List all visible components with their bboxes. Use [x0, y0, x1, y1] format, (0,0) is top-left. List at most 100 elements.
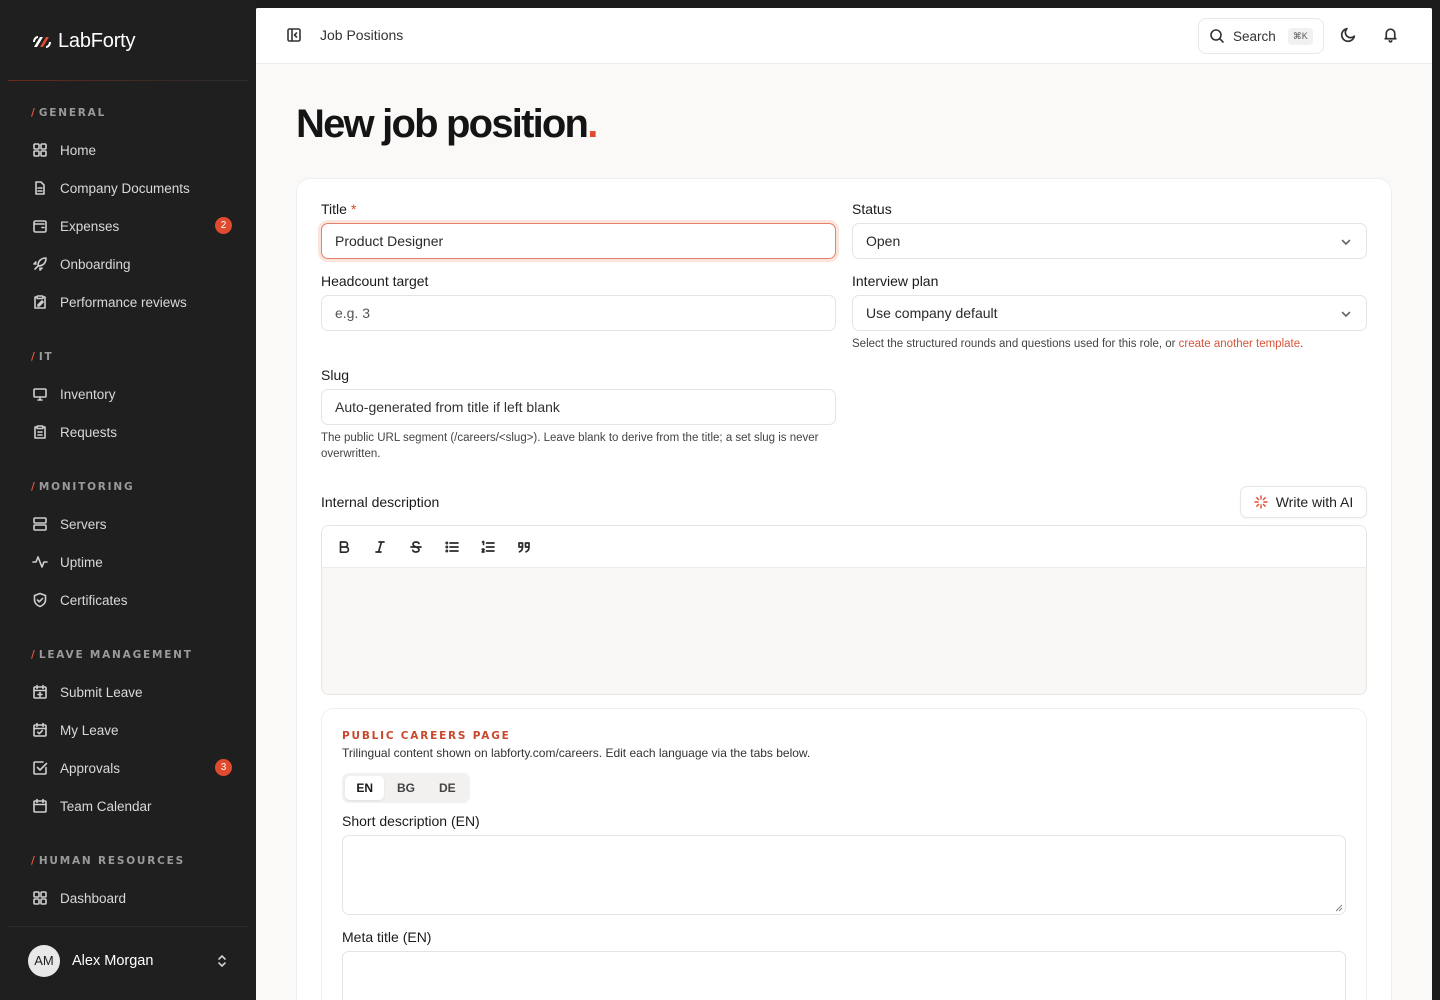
sidebar-item-expenses[interactable]: Expenses 2	[20, 209, 244, 243]
sidebar-item-approvals[interactable]: Approvals 3	[20, 751, 244, 785]
tab-en[interactable]: EN	[345, 776, 385, 800]
interview-plan-label: Interview plan	[852, 273, 939, 289]
careers-section-eyebrow: PUBLIC CAREERS PAGE	[342, 730, 511, 742]
sidebar-item-label: Submit Leave	[60, 684, 143, 700]
grid-icon	[33, 143, 47, 157]
strikethrough-button[interactable]	[406, 537, 426, 557]
sidebar-item-label: Onboarding	[60, 256, 131, 272]
sidebar-item-my-leave[interactable]: My Leave	[20, 713, 244, 747]
brand-name: LabForty	[58, 30, 136, 52]
clipboard-edit-icon	[34, 295, 46, 309]
sidebar-item-label: Home	[60, 142, 97, 158]
search-shortcut: ⌘K	[1287, 27, 1313, 45]
editor-toolbar	[322, 526, 1366, 568]
meta-title-label: Meta title (EN)	[342, 929, 432, 945]
status-select[interactable]: Open	[852, 223, 1367, 259]
avatar: AM	[28, 944, 60, 977]
headcount-placeholder: e.g. 3	[335, 305, 371, 321]
sidebar-item-label: Requests	[60, 424, 118, 440]
write-with-ai-label: Write with AI	[1275, 494, 1354, 510]
sidebar-item-requests[interactable]: Requests	[20, 415, 244, 449]
sidebar-item-onboarding[interactable]: Onboarding	[20, 247, 244, 281]
divider	[8, 80, 248, 81]
sidebar-item-uptime[interactable]: Uptime	[20, 545, 244, 579]
sidebar-item-label: Inventory	[60, 386, 116, 402]
breadcrumb[interactable]: Job Positions	[320, 27, 403, 43]
slug-help: The public URL segment (/careers/<slug>)…	[321, 432, 819, 460]
ordered-list-button[interactable]	[478, 537, 498, 557]
search-button[interactable]: Search ⌘K	[1198, 18, 1324, 54]
brand-logo[interactable]: LabForty	[32, 30, 136, 53]
title-accent-dot: .	[587, 102, 598, 146]
short-description-textarea[interactable]	[342, 835, 1346, 915]
language-tabs: EN BG DE	[342, 773, 470, 803]
sidebar-item-servers[interactable]: Servers	[20, 507, 244, 541]
strikethrough-icon	[410, 540, 422, 553]
sidebar-item-team-calendar[interactable]: Team Calendar	[20, 789, 244, 823]
write-with-ai-button[interactable]: Write with AI	[1240, 486, 1367, 518]
notification-badge: 3	[215, 759, 232, 776]
resize-handle-icon	[1335, 904, 1343, 912]
interview-plan-value: Use company default	[866, 305, 998, 321]
sidebar-item-performance-reviews[interactable]: Performance reviews	[20, 285, 244, 319]
slug-label: Slug	[321, 367, 350, 383]
sidebar-item-label: Certificates	[60, 592, 128, 608]
bullet-list-icon	[445, 541, 459, 552]
labforty-logo-icon	[33, 35, 51, 48]
sidebar-item-dashboard[interactable]: Dashboard	[20, 881, 244, 915]
interview-plan-help: Select the structured rounds and questio…	[852, 338, 1304, 350]
headcount-label: Headcount target	[321, 273, 429, 289]
create-template-link[interactable]: create another template	[1179, 338, 1300, 350]
status-label: Status	[852, 201, 892, 217]
slug-placeholder: Auto-generated from title if left blank	[335, 399, 560, 415]
sidebar-item-company-documents[interactable]: Company Documents	[20, 171, 244, 205]
tab-bg[interactable]: BG	[386, 776, 425, 800]
user-menu[interactable]: AM Alex Morgan	[8, 926, 248, 994]
section-label-leave-management: / LEAVE MANAGEMENT	[31, 649, 193, 661]
careers-page-section: PUBLIC CAREERS PAGE Trilingual content s…	[321, 708, 1367, 1000]
quote-button[interactable]	[514, 537, 534, 557]
sidebar-item-label: Servers	[60, 516, 107, 532]
bold-icon	[339, 540, 350, 553]
server-icon	[33, 517, 47, 531]
theme-toggle-button[interactable]	[1340, 26, 1357, 48]
calendar-icon	[33, 798, 47, 813]
italic-button[interactable]	[370, 537, 390, 557]
title-label: Title *	[321, 201, 357, 217]
required-mark: *	[350, 201, 357, 217]
search-icon	[1210, 29, 1224, 43]
chevron-down-icon	[1341, 239, 1351, 245]
grid-icon	[33, 891, 47, 905]
title-input[interactable]: Product Designer	[321, 223, 836, 259]
section-label-monitoring: / MONITORING	[31, 481, 135, 493]
slug-input[interactable]: Auto-generated from title if left blank	[321, 389, 836, 425]
tab-de[interactable]: DE	[428, 776, 467, 800]
rich-text-editor	[321, 525, 1367, 695]
sidebar-item-label: Approvals	[60, 760, 121, 776]
interview-plan-select[interactable]: Use company default	[852, 295, 1367, 331]
check-square-icon	[33, 761, 48, 775]
bullet-list-button[interactable]	[442, 537, 462, 557]
sidebar-toggle-button[interactable]	[286, 27, 302, 48]
sidebar-item-submit-leave[interactable]: Submit Leave	[20, 675, 244, 709]
sidebar-item-inventory[interactable]: Inventory	[20, 377, 244, 411]
sidebar-item-home[interactable]: Home	[20, 133, 244, 167]
bold-button[interactable]	[334, 537, 354, 557]
sidebar-item-certificates[interactable]: Certificates	[20, 583, 244, 617]
meta-title-input[interactable]	[342, 951, 1346, 1000]
quote-icon	[518, 541, 530, 553]
sidebar-item-label: Team Calendar	[60, 798, 152, 814]
clipboard-list-icon	[34, 425, 46, 439]
notifications-button[interactable]	[1382, 26, 1399, 48]
headcount-input[interactable]: e.g. 3	[321, 295, 836, 331]
monitor-icon	[33, 388, 47, 401]
careers-section-description: Trilingual content shown on labforty.com…	[342, 746, 811, 760]
chevrons-up-down-icon	[218, 955, 226, 967]
calendar-check-icon	[33, 722, 47, 737]
page-title: New job position.	[296, 102, 598, 146]
title-input-value: Product Designer	[335, 233, 444, 249]
topbar: Job Positions Search ⌘K	[256, 8, 1432, 64]
shield-check-icon	[33, 592, 47, 608]
bell-icon	[1384, 28, 1397, 43]
notification-badge: 2	[215, 217, 232, 234]
